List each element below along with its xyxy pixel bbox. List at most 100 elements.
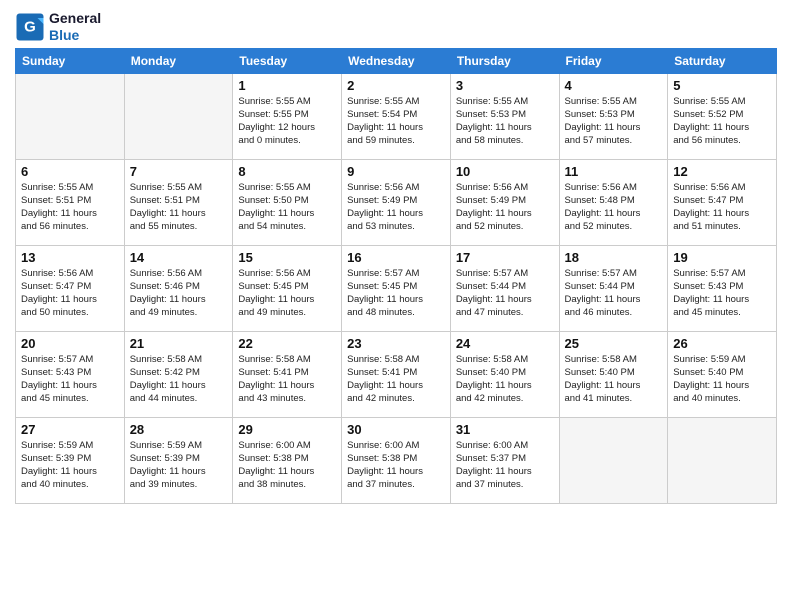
calendar-cell: 10 Sunrise: 5:56 AM Sunset: 5:49 PM Dayli… bbox=[450, 159, 559, 245]
calendar-cell: 20 Sunrise: 5:57 AM Sunset: 5:43 PM Dayli… bbox=[16, 331, 125, 417]
calendar-cell: 8 Sunrise: 5:55 AM Sunset: 5:50 PM Daylig… bbox=[233, 159, 342, 245]
calendar-cell: 16 Sunrise: 5:57 AM Sunset: 5:45 PM Dayli… bbox=[342, 245, 451, 331]
calendar-cell: 3 Sunrise: 5:55 AM Sunset: 5:53 PM Daylig… bbox=[450, 73, 559, 159]
calendar-cell: 31 Sunrise: 6:00 AM Sunset: 5:37 PM Dayli… bbox=[450, 417, 559, 503]
day-number: 23 bbox=[347, 336, 445, 351]
day-number: 6 bbox=[21, 164, 119, 179]
cell-info: Sunrise: 5:58 AM Sunset: 5:42 PM Dayligh… bbox=[130, 353, 228, 406]
day-number: 16 bbox=[347, 250, 445, 265]
calendar-cell: 25 Sunrise: 5:58 AM Sunset: 5:40 PM Dayli… bbox=[559, 331, 668, 417]
day-number: 12 bbox=[673, 164, 771, 179]
weekday-header-wednesday: Wednesday bbox=[342, 48, 451, 73]
cell-info: Sunrise: 5:59 AM Sunset: 5:40 PM Dayligh… bbox=[673, 353, 771, 406]
cell-info: Sunrise: 5:56 AM Sunset: 5:49 PM Dayligh… bbox=[456, 181, 554, 234]
cell-info: Sunrise: 5:55 AM Sunset: 5:51 PM Dayligh… bbox=[21, 181, 119, 234]
day-number: 22 bbox=[238, 336, 336, 351]
weekday-header-tuesday: Tuesday bbox=[233, 48, 342, 73]
calendar-cell: 4Sunrise: 5:55 AM Sunset: 5:53 PM Daylig… bbox=[559, 73, 668, 159]
calendar-cell: 12 Sunrise: 5:56 AM Sunset: 5:47 PM Dayli… bbox=[668, 159, 777, 245]
cell-info: Sunrise: 5:59 AM Sunset: 5:39 PM Dayligh… bbox=[130, 439, 228, 492]
cell-info: Sunrise: 6:00 AM Sunset: 5:38 PM Dayligh… bbox=[347, 439, 445, 492]
cell-info: Sunrise: 5:58 AM Sunset: 5:41 PM Dayligh… bbox=[347, 353, 445, 406]
cell-info: Sunrise: 5:55 AM Sunset: 5:52 PM Dayligh… bbox=[673, 95, 771, 148]
calendar-cell: 17 Sunrise: 5:57 AM Sunset: 5:44 PM Dayli… bbox=[450, 245, 559, 331]
calendar-cell: 30 Sunrise: 6:00 AM Sunset: 5:38 PM Dayli… bbox=[342, 417, 451, 503]
day-number: 25 bbox=[565, 336, 663, 351]
cell-info: Sunrise: 5:56 AM Sunset: 5:47 PM Dayligh… bbox=[673, 181, 771, 234]
calendar-cell: 5Sunrise: 5:55 AM Sunset: 5:52 PM Daylig… bbox=[668, 73, 777, 159]
cell-info: Sunrise: 5:57 AM Sunset: 5:45 PM Dayligh… bbox=[347, 267, 445, 320]
cell-info: Sunrise: 5:55 AM Sunset: 5:55 PM Dayligh… bbox=[238, 95, 336, 148]
calendar-cell bbox=[16, 73, 125, 159]
cell-info: Sunrise: 5:55 AM Sunset: 5:54 PM Dayligh… bbox=[347, 95, 445, 148]
cell-info: Sunrise: 6:00 AM Sunset: 5:38 PM Dayligh… bbox=[238, 439, 336, 492]
day-number: 1 bbox=[238, 78, 336, 93]
day-number: 3 bbox=[456, 78, 554, 93]
day-number: 31 bbox=[456, 422, 554, 437]
calendar-table: SundayMondayTuesdayWednesdayThursdayFrid… bbox=[15, 48, 777, 504]
cell-info: Sunrise: 5:56 AM Sunset: 5:48 PM Dayligh… bbox=[565, 181, 663, 234]
weekday-header-saturday: Saturday bbox=[668, 48, 777, 73]
calendar-cell bbox=[668, 417, 777, 503]
calendar-cell bbox=[124, 73, 233, 159]
calendar-cell: 27 Sunrise: 5:59 AM Sunset: 5:39 PM Dayli… bbox=[16, 417, 125, 503]
day-number: 29 bbox=[238, 422, 336, 437]
day-number: 27 bbox=[21, 422, 119, 437]
calendar-cell: 2Sunrise: 5:55 AM Sunset: 5:54 PM Daylig… bbox=[342, 73, 451, 159]
header: G General Blue bbox=[15, 10, 777, 44]
svg-text:G: G bbox=[24, 18, 36, 35]
cell-info: Sunrise: 5:57 AM Sunset: 5:44 PM Dayligh… bbox=[456, 267, 554, 320]
weekday-header-friday: Friday bbox=[559, 48, 668, 73]
day-number: 18 bbox=[565, 250, 663, 265]
day-number: 11 bbox=[565, 164, 663, 179]
calendar-cell: 13 Sunrise: 5:56 AM Sunset: 5:47 PM Dayli… bbox=[16, 245, 125, 331]
calendar-cell: 1 Sunrise: 5:55 AM Sunset: 5:55 PM Daylig… bbox=[233, 73, 342, 159]
cell-info: Sunrise: 5:55 AM Sunset: 5:53 PM Dayligh… bbox=[456, 95, 554, 148]
cell-info: Sunrise: 5:56 AM Sunset: 5:45 PM Dayligh… bbox=[238, 267, 336, 320]
calendar-cell: 18 Sunrise: 5:57 AM Sunset: 5:44 PM Dayli… bbox=[559, 245, 668, 331]
logo-text: General Blue bbox=[49, 10, 101, 44]
calendar-cell: 23 Sunrise: 5:58 AM Sunset: 5:41 PM Dayli… bbox=[342, 331, 451, 417]
cell-info: Sunrise: 5:57 AM Sunset: 5:44 PM Dayligh… bbox=[565, 267, 663, 320]
day-number: 15 bbox=[238, 250, 336, 265]
day-number: 20 bbox=[21, 336, 119, 351]
calendar-cell: 21 Sunrise: 5:58 AM Sunset: 5:42 PM Dayli… bbox=[124, 331, 233, 417]
day-number: 21 bbox=[130, 336, 228, 351]
day-number: 17 bbox=[456, 250, 554, 265]
calendar-cell: 9Sunrise: 5:56 AM Sunset: 5:49 PM Daylig… bbox=[342, 159, 451, 245]
page-container: G General Blue SundayMondayTuesdayWednes… bbox=[0, 0, 792, 514]
day-number: 10 bbox=[456, 164, 554, 179]
logo: G General Blue bbox=[15, 10, 101, 44]
day-number: 30 bbox=[347, 422, 445, 437]
cell-info: Sunrise: 6:00 AM Sunset: 5:37 PM Dayligh… bbox=[456, 439, 554, 492]
cell-info: Sunrise: 5:55 AM Sunset: 5:50 PM Dayligh… bbox=[238, 181, 336, 234]
cell-info: Sunrise: 5:59 AM Sunset: 5:39 PM Dayligh… bbox=[21, 439, 119, 492]
cell-info: Sunrise: 5:58 AM Sunset: 5:40 PM Dayligh… bbox=[565, 353, 663, 406]
calendar-cell: 22 Sunrise: 5:58 AM Sunset: 5:41 PM Dayli… bbox=[233, 331, 342, 417]
day-number: 9 bbox=[347, 164, 445, 179]
cell-info: Sunrise: 5:55 AM Sunset: 5:51 PM Dayligh… bbox=[130, 181, 228, 234]
calendar-cell bbox=[559, 417, 668, 503]
logo-icon: G bbox=[15, 12, 45, 42]
cell-info: Sunrise: 5:58 AM Sunset: 5:41 PM Dayligh… bbox=[238, 353, 336, 406]
cell-info: Sunrise: 5:56 AM Sunset: 5:47 PM Dayligh… bbox=[21, 267, 119, 320]
day-number: 19 bbox=[673, 250, 771, 265]
day-number: 26 bbox=[673, 336, 771, 351]
day-number: 28 bbox=[130, 422, 228, 437]
calendar-cell: 19 Sunrise: 5:57 AM Sunset: 5:43 PM Dayli… bbox=[668, 245, 777, 331]
day-number: 8 bbox=[238, 164, 336, 179]
cell-info: Sunrise: 5:57 AM Sunset: 5:43 PM Dayligh… bbox=[21, 353, 119, 406]
calendar-cell: 11 Sunrise: 5:56 AM Sunset: 5:48 PM Dayli… bbox=[559, 159, 668, 245]
cell-info: Sunrise: 5:57 AM Sunset: 5:43 PM Dayligh… bbox=[673, 267, 771, 320]
cell-info: Sunrise: 5:56 AM Sunset: 5:46 PM Dayligh… bbox=[130, 267, 228, 320]
day-number: 14 bbox=[130, 250, 228, 265]
weekday-header-thursday: Thursday bbox=[450, 48, 559, 73]
calendar-cell: 6 Sunrise: 5:55 AM Sunset: 5:51 PM Daylig… bbox=[16, 159, 125, 245]
calendar-cell: 29 Sunrise: 6:00 AM Sunset: 5:38 PM Dayli… bbox=[233, 417, 342, 503]
day-number: 13 bbox=[21, 250, 119, 265]
calendar-cell: 24Sunrise: 5:58 AM Sunset: 5:40 PM Dayli… bbox=[450, 331, 559, 417]
calendar-cell: 14 Sunrise: 5:56 AM Sunset: 5:46 PM Dayli… bbox=[124, 245, 233, 331]
cell-info: Sunrise: 5:58 AM Sunset: 5:40 PM Dayligh… bbox=[456, 353, 554, 406]
day-number: 4 bbox=[565, 78, 663, 93]
weekday-header-sunday: Sunday bbox=[16, 48, 125, 73]
